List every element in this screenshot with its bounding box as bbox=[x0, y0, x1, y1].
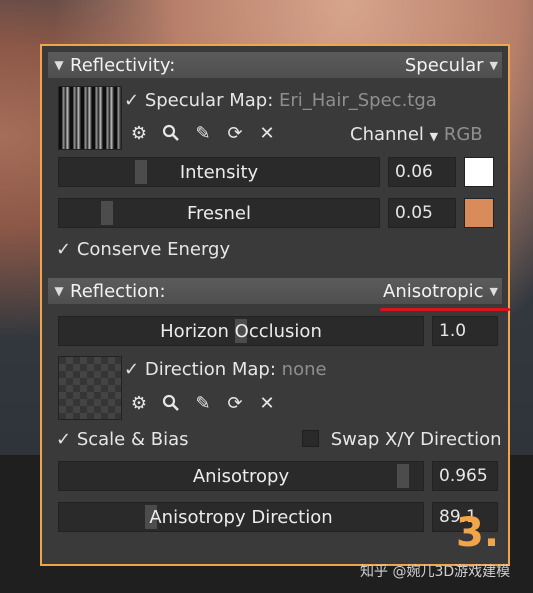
anisotropy-slider[interactable]: Anisotropy bbox=[58, 461, 424, 491]
intensity-slider[interactable]: Intensity bbox=[58, 157, 380, 187]
conserve-energy-checkbox[interactable]: ✓ Conserve Energy bbox=[56, 239, 230, 260]
gear-icon[interactable]: ⚙ bbox=[128, 392, 150, 414]
reflectivity-mode-label: Specular bbox=[404, 54, 484, 76]
anisotropy-direction-label: Anisotropy Direction bbox=[149, 506, 333, 528]
checkmark-icon[interactable]: ✓ bbox=[124, 90, 139, 111]
intensity-value-field[interactable]: 0.06 bbox=[388, 157, 456, 187]
swap-xy-label: Swap X/Y Direction bbox=[330, 429, 502, 450]
intensity-label: Intensity bbox=[179, 161, 259, 183]
close-icon[interactable]: ✕ bbox=[256, 392, 278, 414]
reflection-mode-label: Anisotropic bbox=[383, 280, 484, 302]
step-annotation: 3. bbox=[456, 510, 500, 556]
checkmark-icon: ✓ bbox=[56, 239, 72, 260]
direction-map-value: none bbox=[281, 359, 327, 380]
anisotropy-value-field[interactable]: 0.965 bbox=[432, 461, 498, 491]
direction-map-label: Direction Map: bbox=[144, 359, 276, 380]
channel-select[interactable]: Channel ▼ RGB bbox=[350, 124, 483, 145]
anisotropy-direction-slider[interactable]: Anisotropy Direction bbox=[58, 502, 424, 532]
refresh-icon[interactable]: ⟳ bbox=[224, 392, 246, 414]
anisotropy-slider-handle[interactable] bbox=[397, 464, 409, 488]
specular-map-tools: ⚙ ✎ ⟳ ✕ bbox=[128, 122, 278, 144]
checkmark-icon: ✓ bbox=[56, 429, 72, 450]
fresnel-slider-handle[interactable] bbox=[101, 201, 113, 225]
direction-map-thumbnail[interactable] bbox=[58, 356, 122, 420]
specular-map-row: ✓ Specular Map: Eri_Hair_Spec.tga bbox=[124, 90, 437, 111]
fresnel-value-field[interactable]: 0.05 bbox=[388, 198, 456, 228]
search-icon[interactable] bbox=[160, 122, 182, 144]
checkmark-icon[interactable]: ✓ bbox=[124, 359, 139, 380]
channel-value: RGB bbox=[443, 124, 483, 145]
specular-map-file: Eri_Hair_Spec.tga bbox=[279, 90, 437, 111]
specular-map-label: Specular Map: bbox=[144, 90, 274, 111]
horizon-occlusion-slider[interactable]: Horizon Occlusion bbox=[58, 316, 424, 346]
fresnel-color-swatch[interactable] bbox=[464, 198, 494, 228]
pencil-icon[interactable]: ✎ bbox=[192, 122, 214, 144]
swap-xy-checkbox[interactable]: Swap X/Y Direction bbox=[302, 429, 502, 450]
specular-map-thumbnail[interactable] bbox=[58, 86, 122, 150]
horizon-occlusion-value-field[interactable]: 1.0 bbox=[432, 316, 498, 346]
reflection-mode-dropdown[interactable]: Anisotropic ▼ bbox=[383, 281, 502, 302]
close-icon[interactable]: ✕ bbox=[256, 122, 278, 144]
fresnel-slider[interactable]: Fresnel bbox=[58, 198, 380, 228]
reflectivity-title: Reflectivity: bbox=[70, 54, 176, 76]
watermark-text: 知乎 @婉儿3D游戏建模 bbox=[360, 564, 511, 580]
refresh-icon[interactable]: ⟳ bbox=[224, 122, 246, 144]
reflectivity-mode-dropdown[interactable]: Specular ▼ bbox=[405, 55, 502, 76]
pencil-icon[interactable]: ✎ bbox=[192, 392, 214, 414]
caret-down-icon: ▼ bbox=[489, 284, 498, 298]
gear-icon[interactable]: ⚙ bbox=[128, 122, 150, 144]
caret-down-icon: ▼ bbox=[429, 130, 439, 143]
reflectivity-header[interactable]: ▼ Reflectivity: Specular ▼ bbox=[48, 52, 502, 78]
red-annotation-underline bbox=[380, 308, 510, 311]
direction-map-tools: ⚙ ✎ ⟳ ✕ bbox=[128, 392, 278, 414]
triangle-down-icon[interactable]: ▼ bbox=[48, 58, 70, 72]
reflection-header[interactable]: ▼ Reflection: Anisotropic ▼ bbox=[48, 278, 502, 304]
anisotropy-label: Anisotropy bbox=[192, 465, 290, 487]
intensity-color-swatch[interactable] bbox=[464, 157, 494, 187]
fresnel-label: Fresnel bbox=[187, 202, 251, 224]
scale-bias-label: Scale & Bias bbox=[76, 429, 189, 450]
direction-map-row: ✓ Direction Map: none bbox=[124, 359, 327, 380]
channel-label: Channel bbox=[350, 124, 424, 145]
unchecked-box-icon bbox=[302, 430, 319, 447]
scale-bias-checkbox[interactable]: ✓ Scale & Bias bbox=[56, 429, 189, 450]
intensity-slider-handle[interactable] bbox=[135, 160, 147, 184]
conserve-energy-label: Conserve Energy bbox=[76, 239, 231, 260]
material-panel: ▼ Reflectivity: Specular ▼ ✓ Specular Ma… bbox=[40, 44, 510, 566]
triangle-down-icon[interactable]: ▼ bbox=[48, 284, 70, 298]
horizon-occlusion-label: Horizon Occlusion bbox=[160, 320, 322, 342]
reflection-title: Reflection: bbox=[70, 280, 166, 302]
caret-down-icon: ▼ bbox=[489, 58, 498, 72]
search-icon[interactable] bbox=[160, 392, 182, 414]
